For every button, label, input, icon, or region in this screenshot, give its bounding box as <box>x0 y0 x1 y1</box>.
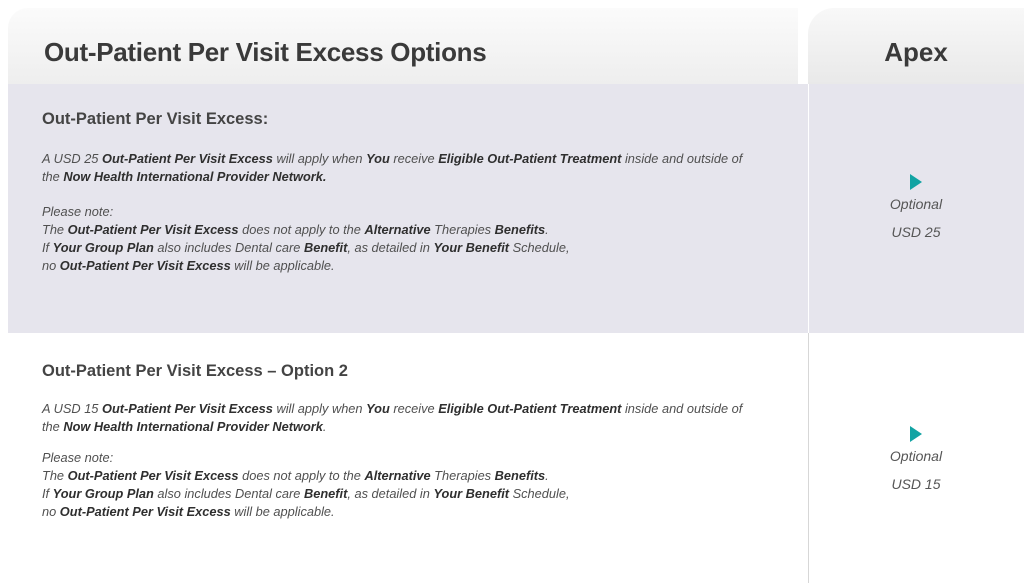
note-line: The Out-Patient Per Visit Excess does no… <box>42 468 549 483</box>
note-line: If Your Group Plan also includes Dental … <box>42 486 570 501</box>
emphasis-text: Benefits <box>494 222 546 237</box>
emphasis-text: Your Benefit <box>433 240 510 255</box>
emphasis-text: Benefit <box>303 486 348 501</box>
play-triangle-icon <box>910 426 922 442</box>
note-line: If Your Group Plan also includes Dental … <box>42 240 570 255</box>
row-description: A USD 25 Out-Patient Per Visit Excess wi… <box>42 151 743 184</box>
note-line: The Out-Patient Per Visit Excess does no… <box>42 222 549 237</box>
emphasis-text: Now Health International Provider Networ… <box>63 419 323 434</box>
emphasis-text: Out-Patient Per Visit Excess <box>67 222 239 237</box>
row-title: Out-Patient Per Visit Excess – Option 2 <box>42 362 348 380</box>
emphasis-text: Eligible Out-Patient Treatment <box>438 401 622 416</box>
row-description: A USD 15 Out-Patient Per Visit Excess wi… <box>42 401 743 434</box>
table-header: Out-Patient Per Visit Excess Options <box>8 8 798 84</box>
emphasis-text: Benefits <box>494 468 546 483</box>
note-label: Please note: <box>42 204 114 219</box>
row-notes: Please note: The Out-Patient Per Visit E… <box>42 449 762 521</box>
emphasis-text: Benefit <box>303 240 348 255</box>
emphasis-text: Out-Patient Per Visit Excess <box>101 401 273 416</box>
emphasis-text: Your Benefit <box>433 486 510 501</box>
option-cell: Optional USD 15 <box>808 426 1024 498</box>
emphasis-text: Out-Patient Per Visit Excess <box>101 151 273 166</box>
note-line: no Out-Patient Per Visit Excess will be … <box>42 504 335 519</box>
emphasis-text: Out-Patient Per Visit Excess <box>59 504 231 519</box>
note-line: no Out-Patient Per Visit Excess will be … <box>42 258 335 273</box>
emphasis-text: You <box>366 401 390 416</box>
emphasis-text: Alternative <box>364 468 431 483</box>
emphasis-text: Out-Patient Per Visit Excess <box>67 468 239 483</box>
row-notes: Please note: The Out-Patient Per Visit E… <box>42 203 762 275</box>
emphasis-text: Now Health International Provider Networ… <box>63 169 327 184</box>
page-title: Out-Patient Per Visit Excess Options <box>44 37 487 67</box>
emphasis-text: Your Group Plan <box>52 486 154 501</box>
emphasis-text: Your Group Plan <box>52 240 154 255</box>
option-value: USD 25 <box>891 224 941 240</box>
emphasis-text: You <box>366 151 390 166</box>
plan-column-header: Apex <box>808 8 1024 84</box>
emphasis-text: Out-Patient Per Visit Excess <box>59 258 231 273</box>
option-label: Optional <box>889 196 943 212</box>
emphasis-text: Eligible Out-Patient Treatment <box>438 151 622 166</box>
plan-name-apex: Apex <box>884 37 948 67</box>
option-label: Optional <box>889 448 943 464</box>
option-cell: Optional USD 25 <box>808 174 1024 246</box>
note-label: Please note: <box>42 450 114 465</box>
emphasis-text: Alternative <box>364 222 431 237</box>
play-triangle-icon <box>910 174 922 190</box>
option-value: USD 15 <box>891 476 941 492</box>
row-title: Out-Patient Per Visit Excess: <box>42 110 269 128</box>
